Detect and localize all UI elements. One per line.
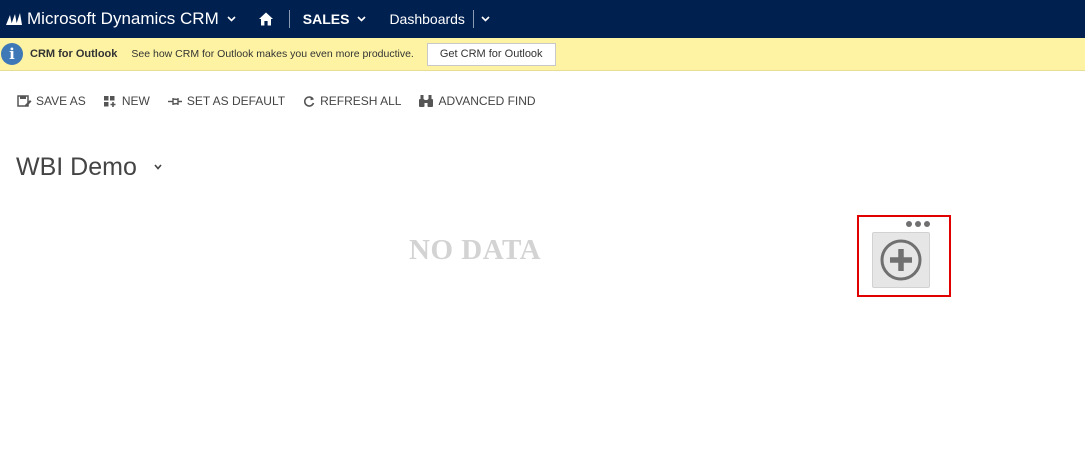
add-component-button[interactable] — [872, 232, 930, 288]
set-as-default-label: SET AS DEFAULT — [186, 94, 286, 108]
new-label: NEW — [121, 94, 150, 108]
no-data-text: NO DATA — [409, 234, 542, 266]
set-as-default-button[interactable]: SET AS DEFAULT — [167, 94, 285, 108]
new-button[interactable]: NEW — [103, 94, 150, 108]
advanced-find-label: ADVANCED FIND — [438, 94, 536, 108]
chevron-down-icon — [357, 16, 367, 22]
chevron-down-icon — [227, 16, 236, 22]
chevron-down-icon — [481, 16, 490, 22]
nav-divider — [288, 10, 290, 28]
notification-message: See how CRM for Outlook makes you even m… — [131, 48, 414, 60]
area-selector[interactable]: SALES — [303, 11, 367, 27]
dashboard-title[interactable]: WBI Demo — [16, 153, 137, 182]
chevron-down-icon[interactable] — [154, 164, 162, 170]
refresh-all-label: REFRESH ALL — [320, 94, 402, 108]
more-dots-icon[interactable] — [905, 220, 931, 228]
pin-icon — [167, 97, 182, 105]
app-title: Microsoft Dynamics CRM — [27, 9, 219, 28]
refresh-all-button[interactable]: REFRESH ALL — [302, 94, 401, 108]
subarea-divider — [472, 10, 474, 28]
save-as-label: SAVE AS — [36, 94, 86, 108]
area-label: SALES — [302, 11, 350, 27]
new-icon — [103, 95, 116, 107]
refresh-icon — [304, 95, 315, 107]
dynamics-logo-icon — [6, 13, 22, 25]
info-icon: i — [1, 43, 23, 65]
notification-bar: i CRM for Outlook See how CRM for Outloo… — [0, 38, 1085, 71]
save-as-button[interactable]: SAVE AS — [17, 94, 86, 108]
plus-circle-icon — [880, 239, 922, 281]
subarea-label: Dashboards — [389, 11, 465, 27]
home-icon[interactable] — [258, 11, 274, 27]
binoculars-icon — [419, 95, 434, 107]
advanced-find-button[interactable]: ADVANCED FIND — [418, 94, 536, 108]
command-bar: SAVE AS NEW SET AS DEFAULT REFRESH ALL A… — [17, 92, 553, 110]
notification-title: CRM for Outlook — [30, 48, 118, 60]
get-crm-outlook-button[interactable]: Get CRM for Outlook — [426, 42, 556, 66]
app-switcher[interactable]: Microsoft Dynamics CRM — [5, 0, 236, 38]
save-as-icon — [17, 94, 32, 107]
subarea-selector[interactable]: Dashboards — [389, 10, 490, 28]
top-navbar: Microsoft Dynamics CRM SALES Dashboards — [0, 0, 1085, 38]
